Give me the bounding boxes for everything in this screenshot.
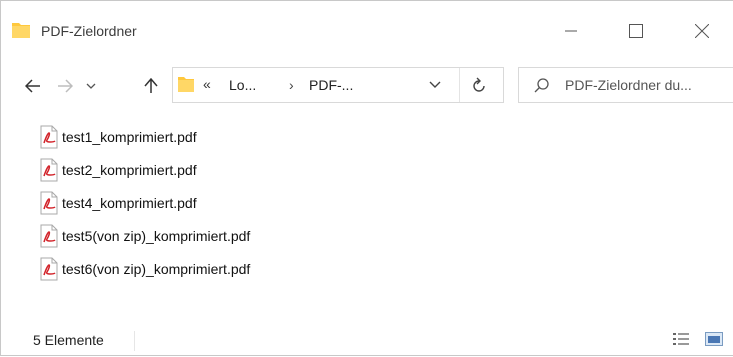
up-button[interactable] [137, 69, 165, 103]
minimize-button[interactable] [548, 15, 594, 47]
pdf-icon [37, 158, 61, 182]
pdf-icon [37, 257, 61, 281]
maximize-button[interactable] [613, 15, 659, 47]
file-item[interactable]: test4_komprimiert.pdf [37, 191, 250, 214]
explorer-window: PDF-Zielordner « Lo... › PDF-... PDF-Zie… [0, 0, 733, 356]
recent-locations-button[interactable] [81, 69, 101, 103]
file-item[interactable]: test2_komprimiert.pdf [37, 158, 250, 181]
maximize-icon [629, 24, 643, 38]
file-item[interactable]: test5(von zip)_komprimiert.pdf [37, 224, 250, 247]
arrow-up-icon [144, 78, 158, 93]
minimize-icon [565, 30, 577, 32]
details-view-icon[interactable] [673, 332, 689, 346]
item-count: 5 Elemente [33, 332, 104, 348]
file-list: test1_komprimiert.pdf test2_komprimiert.… [37, 125, 250, 290]
forward-button[interactable] [51, 69, 79, 103]
pdf-icon [37, 125, 61, 149]
file-name: test6(von zip)_komprimiert.pdf [62, 260, 251, 277]
tiles-view-icon [708, 336, 720, 343]
refresh-icon[interactable] [469, 76, 489, 96]
search-icon [534, 78, 549, 93]
chevron-down-icon [86, 83, 96, 89]
pdf-icon [37, 224, 61, 248]
close-icon [695, 24, 709, 38]
file-name: test1_komprimiert.pdf [62, 128, 197, 145]
file-name: test4_komprimiert.pdf [62, 194, 197, 211]
title-bar: PDF-Zielordner [1, 1, 733, 61]
file-name: test2_komprimiert.pdf [62, 161, 197, 178]
file-item[interactable]: test1_komprimiert.pdf [37, 125, 250, 148]
folder-icon [12, 23, 30, 38]
breadcrumb-segment[interactable]: Lo... [229, 77, 256, 93]
large-icons-view-button[interactable] [705, 332, 723, 346]
folder-icon [178, 77, 194, 92]
search-box[interactable]: PDF-Zielordner du... [518, 67, 733, 103]
arrow-left-icon [25, 79, 40, 93]
address-overflow-button[interactable]: « [203, 76, 211, 92]
file-item[interactable]: test6(von zip)_komprimiert.pdf [37, 257, 250, 280]
chevron-down-icon[interactable] [427, 78, 443, 92]
status-bar: 5 Elemente [1, 323, 733, 357]
divider [459, 68, 460, 102]
pdf-icon [37, 191, 61, 215]
file-name: test5(von zip)_komprimiert.pdf [62, 227, 251, 244]
window-title: PDF-Zielordner [41, 23, 137, 39]
close-button[interactable] [679, 15, 725, 47]
back-button[interactable] [19, 69, 47, 103]
breadcrumb-segment-current[interactable]: PDF-... [309, 77, 353, 93]
search-placeholder[interactable]: PDF-Zielordner du... [565, 77, 692, 93]
breadcrumb-separator[interactable]: › [289, 77, 294, 93]
arrow-right-icon [58, 79, 73, 93]
address-bar[interactable]: « Lo... › PDF-... [172, 67, 504, 103]
divider [134, 331, 135, 351]
